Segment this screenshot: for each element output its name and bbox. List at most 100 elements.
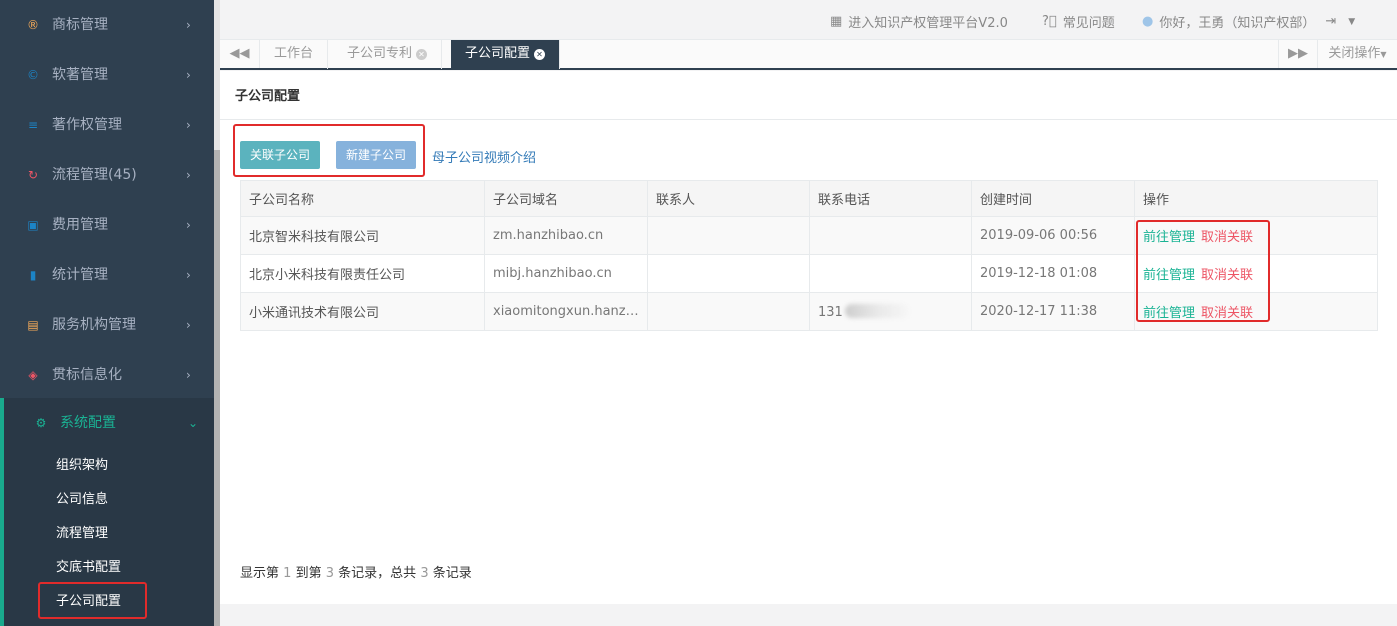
go-manage-link[interactable]: 前往管理 [1143,306,1195,321]
unlink-link[interactable]: 取消关联 [1201,306,1253,321]
submenu-item-process[interactable]: 流程管理 [56,517,206,551]
chevron-right-icon: › [186,118,191,132]
column-header[interactable]: 联系人 [647,180,810,217]
sidebar-item-label: 费用管理 [52,217,108,233]
sidebar-item-label: 商标管理 [52,17,108,33]
tabs-scroll-right-button[interactable]: ▶▶ [1278,40,1318,68]
cell-created: 2019-12-18 01:08 [971,254,1135,293]
copyright-icon: © [27,68,39,82]
platform-link[interactable]: ▦ 进入知识产权管理平台V2.0 [830,12,1008,31]
platform-link-label: 进入知识产权管理平台V2.0 [848,16,1008,31]
submenu-item-company-info[interactable]: 公司信息 [56,483,206,517]
sidebar-item-label: 服务机构管理 [52,317,136,333]
chevron-right-icon: › [186,268,191,282]
column-header[interactable]: 联系电话 [809,180,972,217]
layers-icon: ≡ [27,118,39,132]
pager-total: 3 [420,566,429,581]
pager-text: 到第 [295,566,322,581]
cell-contact [647,292,810,331]
sidebar-item-process[interactable]: ↻ 流程管理(45) › [0,150,214,200]
chevron-right-icon: › [186,218,191,232]
pager-to: 3 [325,566,335,581]
top-header: ▦ 进入知识产权管理平台V2.0 ?⃝ 常见问题 ● 你好，王勇（知识产权部） … [220,0,1397,40]
pager-text: 显示第 [240,566,280,581]
tab-subsidiary-config[interactable]: 子公司配置 ✕ [451,40,561,69]
tab-workbench[interactable]: 工作台 [260,40,329,69]
close-ops-label: 关闭操作 [1328,46,1381,61]
cell-name: 北京智米科技有限公司 [240,216,485,255]
sidebar-submenu: 组织架构 公司信息 流程管理 交底书配置 子公司配置 [0,448,214,626]
gear-icon: ⚙ [35,416,47,430]
user-icon: ● [1142,14,1154,29]
pager-text: 条记录 [432,566,472,581]
video-intro-link[interactable]: 母子公司视频介绍 [432,147,536,166]
chevron-right-icon: › [186,18,191,32]
user-menu[interactable]: ● 你好，王勇（知识产权部） ⇥ ▼ [1142,12,1361,31]
cell-domain: zm.hanzhibao.cn [484,216,648,255]
caret-down-icon: ▼ [1380,50,1387,59]
process-icon: ↻ [27,168,39,182]
table-row: 北京小米科技有限责任公司 mibj.hanzhibao.cn 2019-12-1… [240,254,1378,293]
sidebar-item-standardization[interactable]: ◈ 贯标信息化 › [0,350,214,400]
main-content: 子公司配置 关联子公司 新建子公司 母子公司视频介绍 子公司名称 子公司域名 联… [220,71,1397,604]
sidebar-item-copyright[interactable]: ≡ 著作权管理 › [0,100,214,150]
trademark-icon: ® [27,18,39,32]
cell-actions: 前往管理 取消关联 [1134,254,1378,293]
sidebar-item-service-agencies[interactable]: ▤ 服务机构管理 › [0,300,214,350]
sidebar-item-statistics[interactable]: ▮ 统计管理 › [0,250,214,300]
chevron-right-icon: › [186,318,191,332]
bar-chart-icon: ▮ [29,268,37,282]
cell-phone: 131 [809,292,972,331]
column-header[interactable]: 子公司名称 [240,180,485,217]
sidebar-item-fees[interactable]: ▣ 费用管理 › [0,200,214,250]
cell-domain: mibj.hanzhibao.cn [484,254,648,293]
redacted-phone-blur [844,303,909,318]
sidebar-item-label: 系统配置 [60,415,116,431]
submenu-item-subsidiary-config[interactable]: 子公司配置 [56,585,206,619]
faq-link[interactable]: ?⃝ 常见问题 [1042,12,1115,31]
unlink-link[interactable]: 取消关联 [1201,230,1253,245]
user-greeting: 你好，王勇（知识产权部） [1159,16,1316,31]
unlink-link[interactable]: 取消关联 [1201,268,1253,283]
submenu-item-disclosure-config[interactable]: 交底书配置 [56,551,206,585]
new-subsidiary-button[interactable]: 新建子公司 [336,141,417,169]
cell-domain: xiaomitongxun.hanzhi... [484,292,648,331]
submenu-item-org[interactable]: 组织架构 [56,449,206,483]
chevron-right-icon: › [186,368,191,382]
caret-down-icon[interactable]: ▼ [1348,17,1355,27]
page-title: 子公司配置 [235,89,301,104]
double-right-icon: ▶▶ [1288,46,1308,61]
sidebar-item-label: 流程管理(45) [52,167,137,183]
cell-actions: 前往管理 取消关联 [1134,292,1378,331]
tabs-scroll-left-button[interactable]: ◀◀ [220,40,260,68]
pagination-info: 显示第 1 到第 3 条记录，总共 3 条记录 [240,562,472,581]
close-icon[interactable]: ✕ [534,49,546,60]
cell-created: 2020-12-17 11:38 [971,292,1135,331]
go-manage-link[interactable]: 前往管理 [1143,230,1195,245]
close-icon[interactable]: ✕ [416,49,428,60]
double-left-icon: ◀◀ [229,46,250,61]
sidebar-item-trademark[interactable]: ® 商标管理 › [0,0,214,50]
tab-label: 子公司配置 [465,46,531,61]
table-row: 北京智米科技有限公司 zm.hanzhibao.cn 2019-09-06 00… [240,216,1378,255]
column-header[interactable]: 子公司域名 [484,180,648,217]
cell-actions: 前往管理 取消关联 [1134,216,1378,255]
table-header-row: 子公司名称 子公司域名 联系人 联系电话 创建时间 操作 [240,180,1378,217]
phone-visible-digits: 131 [818,304,843,320]
sidebar-item-system-config[interactable]: ⚙ 系统配置 ⌄ [0,398,214,448]
cell-name: 小米通讯技术有限公司 [240,292,485,331]
close-operations-dropdown[interactable]: 关闭操作▼ [1318,40,1397,68]
grid-icon: ▦ [830,14,843,29]
table-row: 小米通讯技术有限公司 xiaomitongxun.hanzhi... 131 2… [240,292,1378,331]
column-header[interactable]: 创建时间 [971,180,1135,217]
link-subsidiary-button[interactable]: 关联子公司 [240,141,321,169]
faq-link-label: 常见问题 [1062,16,1115,31]
logout-icon[interactable]: ⇥ [1325,14,1336,29]
go-manage-link[interactable]: 前往管理 [1143,268,1195,283]
tab-subsidiary-patents[interactable]: 子公司专利 ✕ [333,40,443,69]
wallet-icon: ▣ [27,218,39,232]
divider [220,119,1397,120]
question-icon: ?⃝ [1042,14,1057,29]
sidebar-item-software-copyright[interactable]: © 软著管理 › [0,50,214,100]
sidebar-item-label: 贯标信息化 [52,367,122,383]
